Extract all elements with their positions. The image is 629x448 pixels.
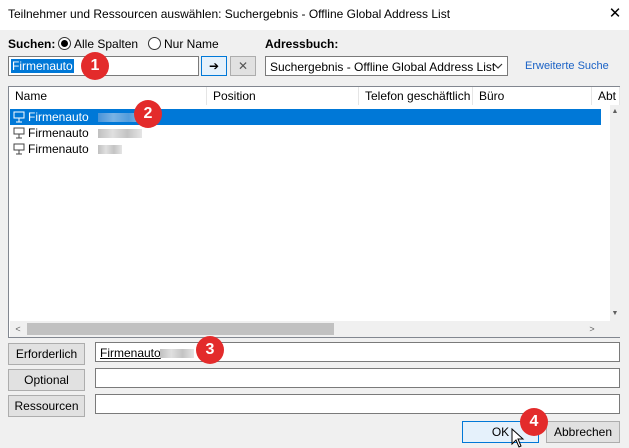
annotation-badge-2: 2 <box>134 100 162 128</box>
redacted-text <box>98 145 122 154</box>
required-field[interactable]: Firmenauto <box>95 342 620 362</box>
search-clear-button[interactable]: ✕ <box>230 56 256 76</box>
list-item-name: Firmenauto <box>28 110 89 124</box>
column-header-name[interactable]: Name <box>9 87 207 105</box>
resources-button[interactable]: Ressourcen <box>8 395 85 417</box>
close-icon[interactable]: ✕ <box>604 3 626 25</box>
horizontal-scrollbar[interactable]: < > <box>10 321 620 337</box>
optional-button[interactable]: Optional <box>8 369 85 391</box>
search-go-button[interactable]: ➔ <box>201 56 227 76</box>
required-field-value: Firmenauto <box>100 346 161 360</box>
list-item[interactable]: Firmenauto <box>10 125 601 141</box>
addressbook-select[interactable]: Suchergebnis - Offline Global Address Li… <box>265 56 508 76</box>
search-label: Suchen: <box>8 37 56 51</box>
results-list[interactable]: Name Position Telefon geschäftlich Büro … <box>8 86 620 338</box>
room-resource-icon <box>13 127 25 139</box>
redacted-text <box>160 349 194 358</box>
column-header-department[interactable]: Abt <box>592 87 620 105</box>
vertical-scrollbar[interactable]: ▲ ▼ <box>610 105 620 321</box>
room-resource-icon <box>13 143 25 155</box>
radio-name-only[interactable] <box>148 37 161 50</box>
search-input-value: Firmenauto <box>11 59 74 73</box>
required-button[interactable]: Erforderlich <box>8 343 85 365</box>
horizontal-scroll-thumb[interactable] <box>27 323 334 335</box>
scroll-right-icon[interactable]: > <box>584 321 600 337</box>
cancel-button[interactable]: Abbrechen <box>546 421 620 443</box>
scroll-down-icon[interactable]: ▼ <box>610 307 620 321</box>
radio-all-columns-label: Alle Spalten <box>74 37 139 51</box>
addressbook-label: Adressbuch: <box>265 37 339 51</box>
annotation-badge-4: 4 <box>520 408 548 436</box>
room-resource-icon <box>13 111 25 123</box>
list-item-name: Firmenauto <box>28 126 89 140</box>
window-title: Teilnehmer und Ressourcen auswählen: Suc… <box>8 7 451 21</box>
column-header-phone[interactable]: Telefon geschäftlich <box>359 87 473 105</box>
advanced-search-link[interactable]: Erweiterte Suche <box>525 60 609 72</box>
redacted-text <box>98 129 142 138</box>
radio-all-columns[interactable] <box>58 37 71 50</box>
chevron-down-icon <box>493 59 503 76</box>
scroll-left-icon[interactable]: < <box>10 321 26 337</box>
list-item[interactable]: Firmenauto <box>10 109 601 125</box>
annotation-badge-3: 3 <box>196 336 224 364</box>
annotation-badge-1: 1 <box>81 52 109 80</box>
column-header-office[interactable]: Büro <box>473 87 592 105</box>
list-item-name: Firmenauto <box>28 142 89 156</box>
list-item[interactable]: Firmenauto <box>10 141 601 157</box>
scroll-up-icon[interactable]: ▲ <box>610 105 620 119</box>
column-header-position[interactable]: Position <box>207 87 359 105</box>
radio-name-only-label: Nur Name <box>164 37 219 51</box>
addressbook-selected: Suchergebnis - Offline Global Address Li… <box>270 60 496 74</box>
optional-field[interactable] <box>95 368 620 388</box>
